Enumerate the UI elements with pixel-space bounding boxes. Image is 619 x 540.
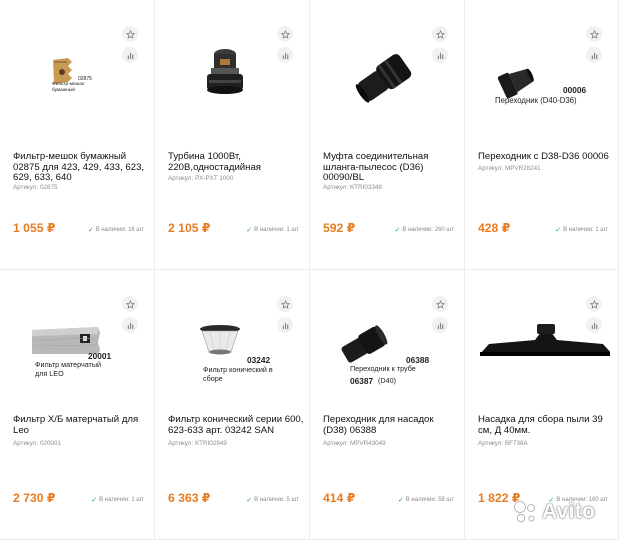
product-title[interactable]: Турбина 1000Вт, 220В,одностадийная <box>168 151 304 173</box>
stock-text: В наличии: 16 шт <box>95 227 144 233</box>
card-actions <box>432 296 448 333</box>
image-caption-label: Фильтр конический в сборе <box>203 365 273 383</box>
product-sku: Артикул: BF738A <box>478 440 528 447</box>
stock-status: ✓ В наличии: 5 шт <box>246 496 299 504</box>
product-title[interactable]: Переходник для насадок (D38) 06388 <box>323 414 459 436</box>
stock-text: В наличии: 1 шт <box>563 227 608 233</box>
compare-chart-icon[interactable] <box>122 317 138 333</box>
favorite-star-icon[interactable] <box>586 26 602 42</box>
card-actions <box>586 26 602 63</box>
compare-chart-icon[interactable] <box>586 317 602 333</box>
image-caption-label: Фильтр-мешок бумажный <box>52 82 85 93</box>
card-actions <box>586 296 602 333</box>
card-actions <box>277 26 293 63</box>
check-icon: ✓ <box>91 497 98 504</box>
stock-text: В наличии: 1 шт <box>254 227 299 233</box>
favorite-star-icon[interactable] <box>277 26 293 42</box>
product-price: 1 055 ₽ <box>13 221 56 235</box>
product-title[interactable]: Фильтр Х/Б матерчатый для Leo <box>13 414 149 436</box>
stock-status: ✓ В наличии: 16 шт <box>88 226 144 234</box>
image-caption-label-2: (D40) <box>378 376 396 385</box>
compare-chart-icon[interactable] <box>277 47 293 63</box>
favorite-star-icon[interactable] <box>432 26 448 42</box>
product-card[interactable]: 03242 Фильтр конический в сборе Фильтр к… <box>155 270 310 540</box>
card-actions <box>277 296 293 333</box>
product-title[interactable]: Муфта соединительная шланга-пылесос (D36… <box>323 151 459 184</box>
product-card[interactable]: 02875 Фильтр-мешок бумажный Фильтр-мешок… <box>0 0 155 270</box>
stock-text: В наличии: 58 шт <box>405 497 454 503</box>
card-actions <box>122 296 138 333</box>
stock-status: ✓ В наличии: 1 шт <box>555 226 608 234</box>
check-icon: ✓ <box>555 227 562 234</box>
card-actions <box>432 26 448 63</box>
favorite-star-icon[interactable] <box>122 296 138 312</box>
favorite-star-icon[interactable] <box>122 26 138 42</box>
check-icon: ✓ <box>246 497 253 504</box>
compare-chart-icon[interactable] <box>432 47 448 63</box>
product-card[interactable]: 06388 Переходник к трубе 06387 (D40) Пер… <box>310 270 465 540</box>
check-icon: ✓ <box>87 227 94 234</box>
stock-text: В наличии: 5 шт <box>254 497 299 503</box>
product-title[interactable]: Насадка для сбора пыли 39 см, Д 40мм. <box>478 414 614 436</box>
product-sku: Артикул: PX-PXT 1000 <box>168 175 234 182</box>
card-actions <box>122 26 138 63</box>
image-caption-label: Переходник к трубе <box>350 364 416 373</box>
compare-chart-icon[interactable] <box>586 47 602 63</box>
avito-logo-icon <box>514 501 535 523</box>
avito-watermark: Avito <box>512 499 595 525</box>
image-code-label: 03242 <box>247 355 271 365</box>
product-sku: Артикул: 020001 <box>13 440 61 447</box>
favorite-star-icon[interactable] <box>277 296 293 312</box>
check-icon: ✓ <box>246 227 253 234</box>
product-sku: Артикул: 02875 <box>13 184 58 191</box>
product-price: 2 105 ₽ <box>168 221 211 235</box>
stock-status: ✓ В наличии: 1 шт <box>246 226 299 234</box>
favorite-star-icon[interactable] <box>586 296 602 312</box>
stock-text: В наличии: 1 шт <box>99 497 144 503</box>
product-card[interactable]: 00006 Переходник (D40-D36) Переходник с … <box>465 0 619 270</box>
check-icon: ✓ <box>394 227 401 234</box>
product-title[interactable]: Фильтр-мешок бумажный 02875 для 423, 429… <box>13 151 149 184</box>
favorite-star-icon[interactable] <box>432 296 448 312</box>
product-card[interactable]: Турбина 1000Вт, 220В,одностадийная Артик… <box>155 0 310 270</box>
compare-chart-icon[interactable] <box>277 317 293 333</box>
product-sku: Артикул: KTRI02949 <box>168 440 227 447</box>
product-sku: Артикул: MPVR28241 <box>478 165 541 172</box>
product-title[interactable]: Фильтр конический серии 600, 623-633 арт… <box>168 414 304 436</box>
product-price: 6 363 ₽ <box>168 491 211 505</box>
stock-status: ✓ В наличии: 1 шт <box>91 496 144 504</box>
stock-text: В наличии: 260 шт <box>402 227 454 233</box>
compare-chart-icon[interactable] <box>432 317 448 333</box>
product-title[interactable]: Переходник с D38-D36 00006 <box>478 151 614 163</box>
avito-watermark-text: Avito <box>542 500 596 523</box>
product-card[interactable]: Муфта соединительная шланга-пылесос (D36… <box>310 0 465 270</box>
image-code-label-2: 06387 <box>350 376 374 386</box>
product-sku: Артикул: KTRI03348 <box>323 184 382 191</box>
product-price: 428 ₽ <box>478 221 511 235</box>
compare-chart-icon[interactable] <box>122 47 138 63</box>
product-card[interactable]: 20001 Фильтр матерчатый для LEO Фильтр Х… <box>0 270 155 540</box>
check-icon: ✓ <box>397 497 404 504</box>
product-sku: Артикул: MPVR43049 <box>323 440 386 447</box>
stock-status: ✓ В наличии: 58 шт <box>398 496 454 504</box>
product-price: 2 730 ₽ <box>13 491 56 505</box>
product-grid: 02875 Фильтр-мешок бумажный Фильтр-мешок… <box>0 0 619 540</box>
product-price: 592 ₽ <box>323 221 356 235</box>
image-caption-label: Фильтр матерчатый для LEO <box>35 360 102 378</box>
product-price: 414 ₽ <box>323 491 356 505</box>
image-code-label: 00006 <box>563 85 587 95</box>
image-caption-label: Переходник (D40-D36) <box>495 96 577 105</box>
stock-status: ✓ В наличии: 260 шт <box>395 226 454 234</box>
